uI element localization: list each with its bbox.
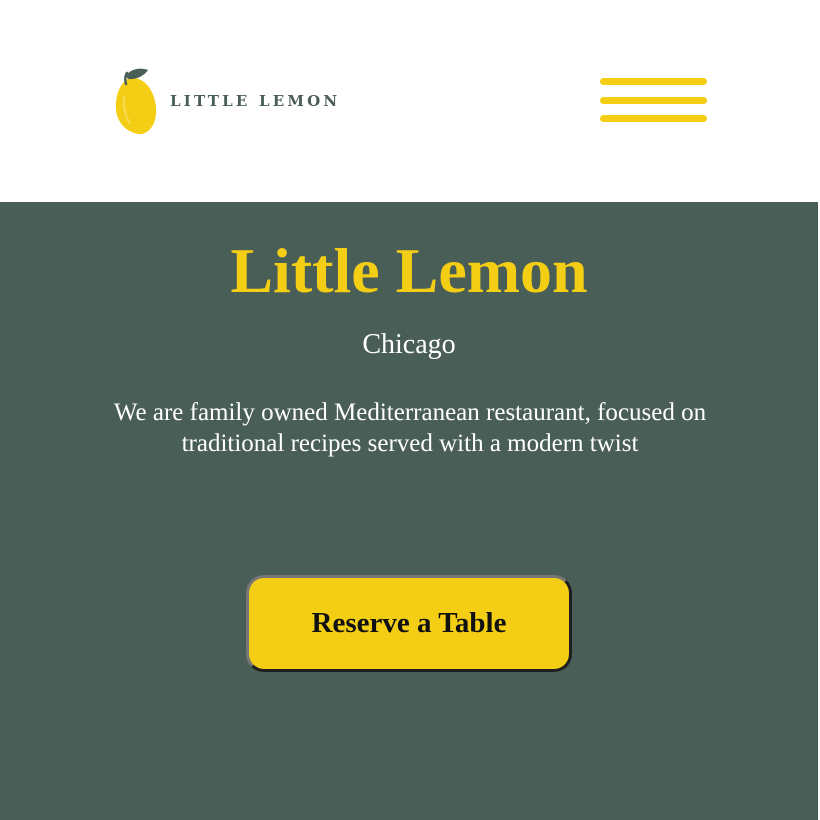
logo-link[interactable]: LITTLE LEMON [114,66,340,136]
hero-section: Little Lemon Chicago We are family owned… [0,202,820,820]
menu-bar-bottom [600,115,707,122]
reserve-table-button[interactable]: Reserve a Table [246,575,572,672]
site-header: LITTLE LEMON [0,0,820,202]
lemon-icon [115,68,157,135]
page: LITTLE LEMON Little Lemon Chicago We are… [0,0,820,820]
hero-title: Little Lemon [230,235,588,306]
hero-city: Chicago [362,329,456,360]
menu-bar-middle [600,97,707,104]
hamburger-menu-icon[interactable] [600,78,707,124]
hero-description: We are family owned Mediterranean restau… [113,399,707,457]
logo-text: LITTLE LEMON [170,92,341,110]
menu-bar-top [600,78,707,85]
